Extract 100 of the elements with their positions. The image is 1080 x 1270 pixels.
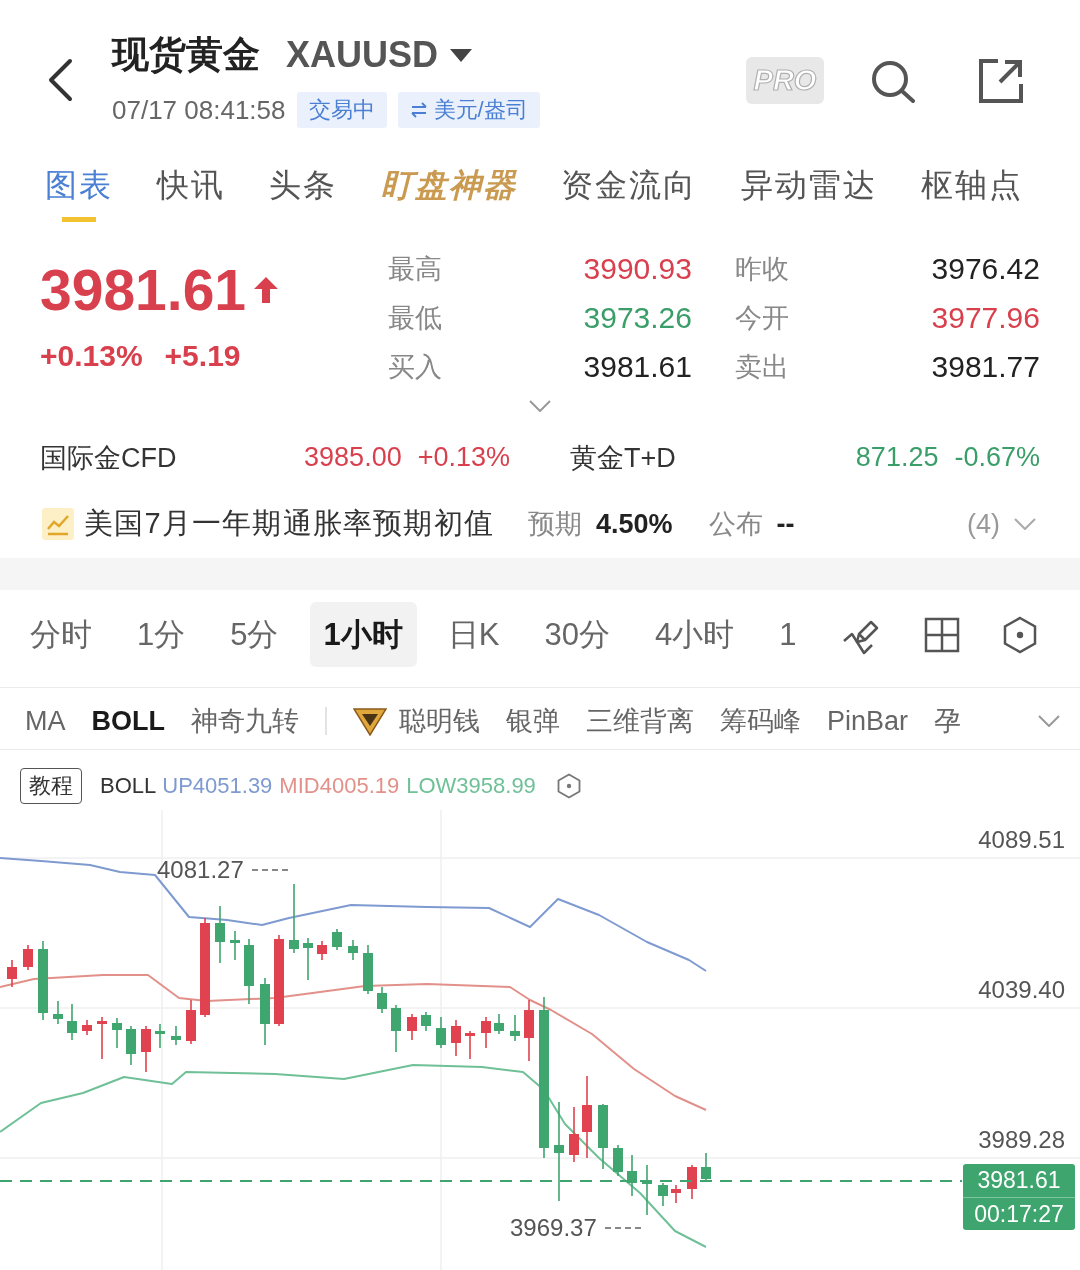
symbol-dropdown[interactable]: XAUUSD <box>286 34 472 76</box>
settings-icon[interactable] <box>556 772 581 799</box>
band-value: UP4051.39 <box>162 772 273 799</box>
candle <box>303 937 313 981</box>
candle <box>260 977 270 1046</box>
candle <box>171 1025 181 1046</box>
candle <box>658 1182 668 1207</box>
candle <box>53 1000 63 1025</box>
tab[interactable]: 资金流向 <box>561 148 697 222</box>
indicator-tab[interactable]: MA <box>25 705 66 737</box>
leader-line <box>251 869 288 871</box>
candle <box>82 1019 92 1036</box>
candle <box>23 944 33 971</box>
stat-label: 卖出 <box>734 350 790 384</box>
instrument-title: 现货黄金 <box>112 33 260 77</box>
candle <box>627 1154 637 1197</box>
interval-tab[interactable]: 4小时 <box>640 602 749 667</box>
candle <box>481 1016 491 1049</box>
indicator-name: BOLL <box>100 772 157 799</box>
candle <box>598 1103 608 1170</box>
tab[interactable]: 异动雷达 <box>741 148 877 222</box>
indicator-tab[interactable]: 聪明钱 <box>353 703 480 739</box>
candle <box>141 1025 151 1073</box>
instrument-price: 871.25 <box>855 442 939 473</box>
band-value: LOW3958.99 <box>406 772 536 799</box>
axis-label: 4089.51 <box>978 826 1065 854</box>
indicator-tab[interactable]: PinBar <box>827 705 909 737</box>
interval-tab[interactable]: 30分 <box>530 602 624 667</box>
candle <box>244 938 254 1005</box>
chevron-down-icon[interactable] <box>529 400 551 412</box>
interval-tab[interactable]: 分时 <box>16 602 106 667</box>
stat-label: 最低 <box>388 301 443 335</box>
indicator-tab[interactable]: 三维背离 <box>586 703 694 739</box>
stat-label: 买入 <box>388 350 443 384</box>
candle <box>569 1106 579 1163</box>
instrument-price: 3985.00 <box>304 442 402 473</box>
candle <box>701 1152 711 1182</box>
indicator-tab[interactable]: 神奇九转 <box>191 703 299 739</box>
candle <box>642 1164 652 1216</box>
tutorial-button[interactable]: 教程 <box>20 767 82 804</box>
grid-icon[interactable] <box>924 616 960 653</box>
unit-toggle-button[interactable]: 美元/盎司 <box>397 92 540 128</box>
candle <box>407 1013 417 1041</box>
instrument-change: +0.13% <box>417 442 510 473</box>
search-icon[interactable] <box>870 58 916 103</box>
indicator-tab[interactable]: BOLL <box>91 705 165 737</box>
stat-label: 昨收 <box>734 252 790 286</box>
timestamp: 07/17 08:41:58 <box>112 94 286 126</box>
share-icon[interactable] <box>978 57 1024 104</box>
indicator-tab[interactable]: 银弹 <box>506 703 560 739</box>
low-price-label: 3969.37 <box>510 1214 597 1242</box>
stat-label: 最高 <box>388 252 443 286</box>
candle <box>524 999 534 1062</box>
tab[interactable]: 枢轴点 <box>921 148 1023 222</box>
instrument-name: 国际金CFD <box>40 441 177 475</box>
diamond-icon <box>353 706 387 736</box>
candle <box>421 1011 431 1032</box>
candle <box>348 939 358 961</box>
change-amount: +5.19 <box>164 339 241 373</box>
candle <box>7 959 17 988</box>
candle <box>363 944 373 995</box>
tab[interactable]: 快讯 <box>157 148 225 222</box>
stat-value: 3981.77 <box>930 349 1040 384</box>
forecast-label: 预期 <box>527 508 582 541</box>
candle <box>510 1014 520 1042</box>
indicator-tab[interactable]: 筹码峰 <box>720 703 801 739</box>
candle <box>494 1013 504 1035</box>
interval-tab[interactable]: 5分 <box>216 602 293 667</box>
interval-tab[interactable]: 日K <box>433 602 514 667</box>
candle <box>155 1023 165 1049</box>
chevron-down-icon[interactable] <box>1038 715 1060 727</box>
event-title: 美国7月一年期通胀率预期初值 <box>84 506 494 541</box>
countdown-timer: 00:17:27 <box>963 1197 1075 1230</box>
axis-label: 4039.40 <box>978 976 1065 1004</box>
candle <box>126 1025 136 1066</box>
interval-tab[interactable]: 1 <box>765 602 811 667</box>
candle <box>97 1016 107 1060</box>
interval-tab[interactable]: 1分 <box>123 602 200 667</box>
instrument-change: -0.67% <box>954 442 1040 473</box>
tab[interactable]: 头条 <box>269 148 337 222</box>
leader-line <box>604 1227 641 1229</box>
axis-label: 3989.28 <box>978 1126 1065 1154</box>
settings-icon[interactable] <box>1002 615 1038 654</box>
candle <box>436 1016 446 1049</box>
forecast-value: 4.50% <box>595 508 673 540</box>
interval-tab[interactable]: 1小时 <box>309 602 417 667</box>
candle <box>112 1017 122 1049</box>
back-icon[interactable] <box>47 58 73 102</box>
actual-value: -- <box>776 508 795 540</box>
candle <box>230 930 240 961</box>
candle <box>186 999 196 1045</box>
candle <box>465 1030 475 1060</box>
last-price-label: 3981.61 <box>976 1166 1062 1195</box>
stat-value: 3990.93 <box>582 251 692 286</box>
indicator-tab[interactable]: 孕 <box>934 703 962 739</box>
instrument-name: 黄金T+D <box>570 441 676 475</box>
stat-value: 3973.26 <box>582 300 692 335</box>
actual-label: 公布 <box>708 508 763 541</box>
stat-value: 3981.61 <box>582 349 692 384</box>
candle <box>391 1004 401 1053</box>
